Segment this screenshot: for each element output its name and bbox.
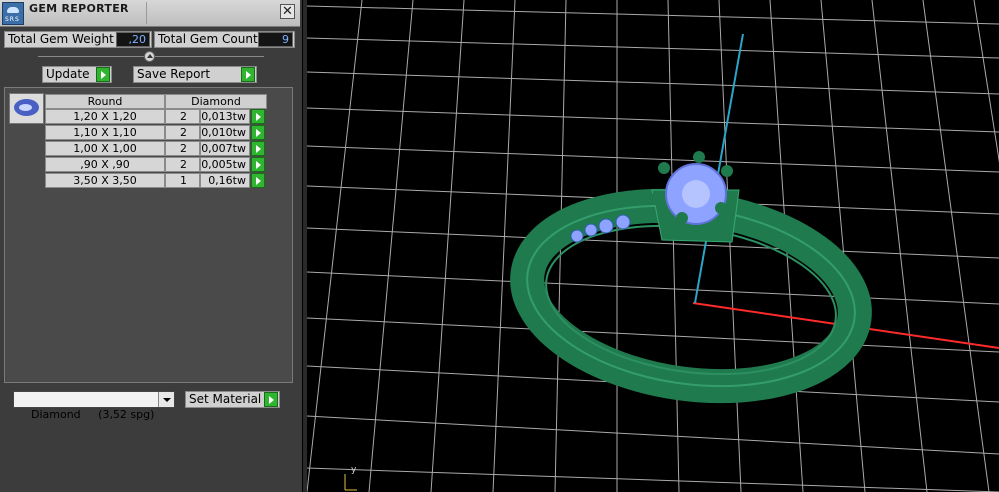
- select-gem-arrow-icon[interactable]: [251, 109, 265, 124]
- set-material-button[interactable]: Set Material: [185, 391, 280, 408]
- table-row: 1,10 X 1,10 2 0,010tw: [45, 125, 267, 140]
- save-report-button-label: Save Report: [137, 67, 211, 81]
- gem-weight-cell: 0,007tw: [200, 141, 250, 156]
- play-arrow-icon: [96, 67, 110, 82]
- set-material-button-label: Set Material: [189, 392, 262, 406]
- axis-gizmo-icon: y: [344, 465, 357, 491]
- viewport-canvas[interactable]: y: [307, 0, 999, 492]
- title-bar: SRS GEM REPORTER ✕: [0, 0, 300, 27]
- total-gem-count-value: 9: [258, 32, 293, 47]
- round-diamond-thumbnail-icon[interactable]: [9, 93, 44, 124]
- table-row: 1,20 X 1,20 2 0,013tw: [45, 109, 267, 124]
- gem-size-cell: 1,10 X 1,10: [45, 125, 165, 140]
- chevron-down-icon[interactable]: [158, 392, 174, 407]
- save-report-button[interactable]: Save Report: [133, 66, 257, 83]
- table-row: 3,50 X 3,50 1 0,16tw: [45, 173, 267, 188]
- gem-weight-cell: 0,013tw: [200, 109, 250, 124]
- ring-model[interactable]: [510, 151, 872, 406]
- table-row: 1,00 X 1,00 2 0,007tw: [45, 141, 267, 156]
- 3d-viewport[interactable]: y: [303, 0, 999, 492]
- gem-weight-cell: 0,010tw: [200, 125, 250, 140]
- table-row: ,90 X ,90 2 0,005tw: [45, 157, 267, 172]
- gem-weight-cell: 0,005tw: [200, 157, 250, 172]
- title-divider: [146, 2, 147, 24]
- select-gem-arrow-icon[interactable]: [251, 157, 265, 172]
- update-button[interactable]: Update: [42, 66, 112, 83]
- close-button[interactable]: ✕: [280, 4, 295, 19]
- gem-count-cell: 2: [165, 109, 200, 124]
- total-gem-weight-value: ,20: [116, 32, 150, 47]
- select-gem-arrow-icon[interactable]: [251, 173, 265, 188]
- gem-size-cell: 3,50 X 3,50: [45, 173, 165, 188]
- gem-size-cell: 1,20 X 1,20: [45, 109, 165, 124]
- gem-count-cell: 1: [165, 173, 200, 188]
- play-arrow-icon: [241, 67, 255, 82]
- material-select-value: Diamond (3,52 spg): [31, 408, 155, 421]
- window-title: GEM REPORTER: [29, 2, 129, 15]
- grid-floor: [307, 0, 999, 492]
- update-button-label: Update: [46, 67, 90, 81]
- gem-count-cell: 2: [165, 125, 200, 140]
- collapse-arrow-icon[interactable]: [144, 51, 155, 62]
- gem-reporter-panel: SRS GEM REPORTER ✕ Total Gem Weight ,20 …: [0, 0, 302, 492]
- axis-gizmo-label: y: [351, 465, 357, 475]
- gem-reporter-icon: SRS: [2, 2, 24, 25]
- column-header-shape[interactable]: Round: [45, 94, 165, 109]
- gem-weight-cell: 0,16tw: [200, 173, 250, 188]
- gem-size-cell: 1,00 X 1,00: [45, 141, 165, 156]
- select-gem-arrow-icon[interactable]: [251, 125, 265, 140]
- play-arrow-icon: [264, 392, 278, 407]
- gem-count-cell: 2: [165, 157, 200, 172]
- select-gem-arrow-icon[interactable]: [251, 141, 265, 156]
- gem-count-cell: 2: [165, 141, 200, 156]
- column-header-material[interactable]: Diamond: [165, 94, 267, 109]
- material-select[interactable]: Diamond (3,52 spg): [13, 391, 175, 421]
- gem-size-cell: ,90 X ,90: [45, 157, 165, 172]
